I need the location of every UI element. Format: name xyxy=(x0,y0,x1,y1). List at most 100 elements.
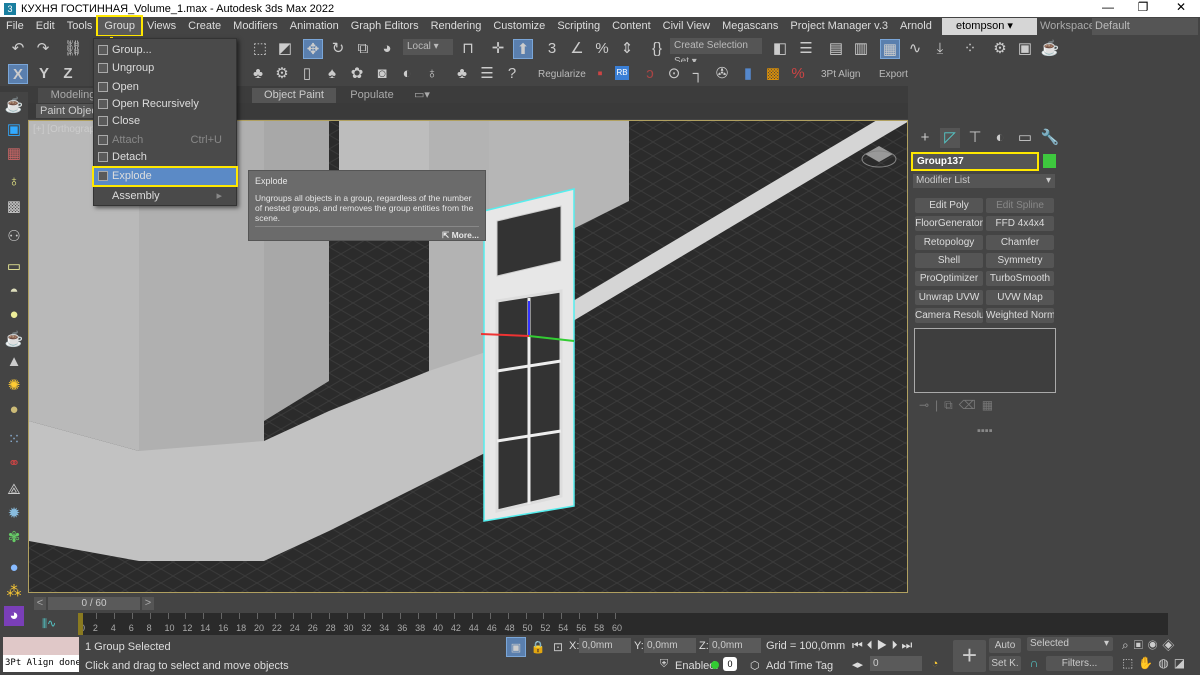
time-slider-thumb[interactable]: 0 / 60 xyxy=(48,597,140,610)
hierarchy-tab-icon[interactable]: ⊤ xyxy=(965,128,985,148)
corner-icon[interactable]: ┐ xyxy=(688,64,708,84)
modifier-button-edit-poly[interactable]: Edit Poly xyxy=(915,198,983,213)
modifier-button-retopology[interactable]: Retopology xyxy=(915,234,983,250)
uv-trim-icon[interactable]: ▩ xyxy=(763,64,783,84)
cone-icon[interactable]: ▲ xyxy=(4,352,24,372)
rendered-frame-window-icon[interactable]: ▣ xyxy=(1015,39,1035,59)
menu-project-manager-v-3[interactable]: Project Manager v.3 xyxy=(784,17,894,35)
sphere-light-icon[interactable]: ● xyxy=(4,305,24,325)
angle-snap-icon[interactable]: ∠ xyxy=(567,39,587,59)
z-coordinate-field[interactable]: 0,0mm xyxy=(709,638,761,653)
user-account-dropdown[interactable]: etompson ▾ xyxy=(942,18,1037,35)
plugin-icon[interactable]: ▪ xyxy=(590,64,610,84)
menu-item-group[interactable]: Group... xyxy=(94,42,236,59)
isolate-selection-icon[interactable]: ▣ xyxy=(506,637,526,657)
curve-editor-icon[interactable]: ∿ xyxy=(905,39,925,59)
3pt-align-button[interactable]: 3Pt Align xyxy=(821,69,860,80)
select-move-icon[interactable]: ✥ xyxy=(303,39,323,59)
modifier-button-turbosmooth[interactable]: TurboSmooth xyxy=(986,271,1054,287)
next-frame-button[interactable]: > xyxy=(142,597,154,610)
unwrap-icon[interactable]: ✇ xyxy=(712,64,732,84)
axis-x-button[interactable]: X xyxy=(8,64,28,84)
modifier-list-dropdown[interactable]: Modifier List ▾ xyxy=(913,174,1055,188)
slice-icon[interactable]: ↄ xyxy=(640,64,660,84)
menu-create[interactable]: Create xyxy=(182,17,227,35)
menu-item-detach[interactable]: Detach xyxy=(94,149,236,166)
maxscript-listener-top[interactable] xyxy=(3,637,79,655)
tab-populate[interactable]: Populate xyxy=(340,88,404,103)
spheres-icon[interactable]: ⁂ xyxy=(4,582,24,602)
particles-icon[interactable]: ⁙ xyxy=(4,430,24,450)
align-icon[interactable]: ☰ xyxy=(796,39,816,59)
shield-icon[interactable]: ⛨ xyxy=(654,654,674,674)
menu-group[interactable]: Group xyxy=(96,15,143,37)
menu-rendering[interactable]: Rendering xyxy=(425,17,488,35)
current-frame-field[interactable]: 0 xyxy=(870,656,922,671)
sun-icon[interactable]: ✺ xyxy=(4,376,24,396)
tooltip-more-link[interactable]: ⇱ More... xyxy=(255,230,479,241)
modifier-button-edit-spline[interactable]: Edit Spline xyxy=(986,198,1054,213)
menu-arnold[interactable]: Arnold xyxy=(894,17,938,35)
playback-controls[interactable]: ⏮⏴▶⏵⏭ xyxy=(852,638,916,653)
menu-civil-view[interactable]: Civil View xyxy=(657,17,716,35)
menu-megascans[interactable]: Megascans xyxy=(716,17,784,35)
menu-animation[interactable]: Animation xyxy=(284,17,345,35)
ribbon-options-icon[interactable]: ▭▾ xyxy=(412,88,432,103)
camera-icon[interactable]: ▩ xyxy=(4,197,24,217)
reference-coordinate-dropdown[interactable]: Local ▾ xyxy=(403,39,453,55)
key-filters-button[interactable]: Filters... xyxy=(1046,656,1113,671)
maxscript-listener-output[interactable]: 3Pt Align done xyxy=(3,655,79,672)
network-icon[interactable]: ⟁ xyxy=(4,480,24,500)
keyboard-shortcut-override-icon[interactable]: ⬆ xyxy=(513,39,533,59)
menu-customize[interactable]: Customize xyxy=(487,17,551,35)
viewport-icon[interactable]: ◙ xyxy=(372,64,392,84)
schematic-view-icon[interactable]: ⤓ xyxy=(930,39,950,59)
gear-icon[interactable]: ⚙ xyxy=(272,64,292,84)
bulb-icon[interactable]: ♁ xyxy=(422,64,442,84)
ball-icon[interactable]: ● xyxy=(4,400,24,420)
display-tab-icon[interactable]: ▭ xyxy=(1015,128,1035,148)
workspace-dropdown[interactable]: Default xyxy=(1092,18,1198,35)
tab-object-paint[interactable]: Object Paint xyxy=(252,88,336,103)
regularize-button[interactable]: Regularize xyxy=(538,69,586,80)
list-icon[interactable]: ☰ xyxy=(477,64,497,84)
mirror-icon[interactable]: ◧ xyxy=(770,39,790,59)
pivot-icon[interactable]: ⊓ xyxy=(458,39,478,59)
pivot-center-icon[interactable]: ⊙ xyxy=(664,64,684,84)
key-mode-toggle-icon[interactable]: ◂▸ xyxy=(852,658,863,671)
modifier-button-ffd-4x4x4[interactable]: FFD 4x4x4 xyxy=(986,216,1054,232)
image-icon[interactable]: ▦ xyxy=(4,144,24,164)
modifier-button-floorgenerator[interactable]: FloorGenerator xyxy=(915,216,983,232)
molecule-icon[interactable]: ⚭ xyxy=(4,454,24,474)
close-button[interactable]: ✕ xyxy=(1158,0,1200,17)
motion-tab-icon[interactable]: ◐ xyxy=(990,128,1010,148)
named-selection-icon[interactable]: {} xyxy=(647,39,667,59)
menu-item-assembly[interactable]: Assembly ▸ xyxy=(94,188,236,205)
rb-button[interactable]: RB xyxy=(615,66,629,80)
layer-explorer-icon[interactable]: ▥ xyxy=(851,39,871,59)
menu-views[interactable]: Views xyxy=(141,17,182,35)
auto-key-button[interactable]: Auto xyxy=(989,638,1021,653)
absolute-mode-icon[interactable]: ⊡ xyxy=(548,637,568,657)
modifier-button-shell[interactable]: Shell xyxy=(915,252,983,268)
grass-icon[interactable]: ✾ xyxy=(4,528,24,548)
scene-icon[interactable]: ▣ xyxy=(4,120,24,140)
menu-item-attach[interactable]: Attach Ctrl+U xyxy=(94,132,236,149)
key-filter-dropdown[interactable]: Selected ▾ xyxy=(1027,637,1113,651)
time-slider[interactable]: < 0 / 60 > xyxy=(28,596,908,612)
modify-tab-icon[interactable]: ◸ xyxy=(940,128,960,148)
globe-icon[interactable]: ● xyxy=(4,558,24,578)
add-time-tag-button[interactable]: Add Time Tag xyxy=(766,660,833,672)
redo-icon[interactable]: ↷ xyxy=(33,39,53,59)
scale-icon[interactable]: ⧉ xyxy=(353,39,373,59)
y-coordinate-field[interactable]: 0,0mm xyxy=(644,638,696,653)
menu-edit[interactable]: Edit xyxy=(30,17,61,35)
set-key-icon[interactable]: + xyxy=(953,640,986,672)
modifier-button-symmetry[interactable]: Symmetry xyxy=(986,252,1054,268)
x-coordinate-field[interactable]: 0,0mm xyxy=(579,638,631,653)
select-manipulate-icon[interactable]: ✛ xyxy=(488,39,508,59)
export-button[interactable]: Export xyxy=(879,69,908,80)
plane-icon[interactable]: ▭ xyxy=(4,257,24,277)
object-color-swatch[interactable] xyxy=(1043,154,1056,168)
time-tag-icon[interactable]: ⬡ xyxy=(750,659,760,672)
